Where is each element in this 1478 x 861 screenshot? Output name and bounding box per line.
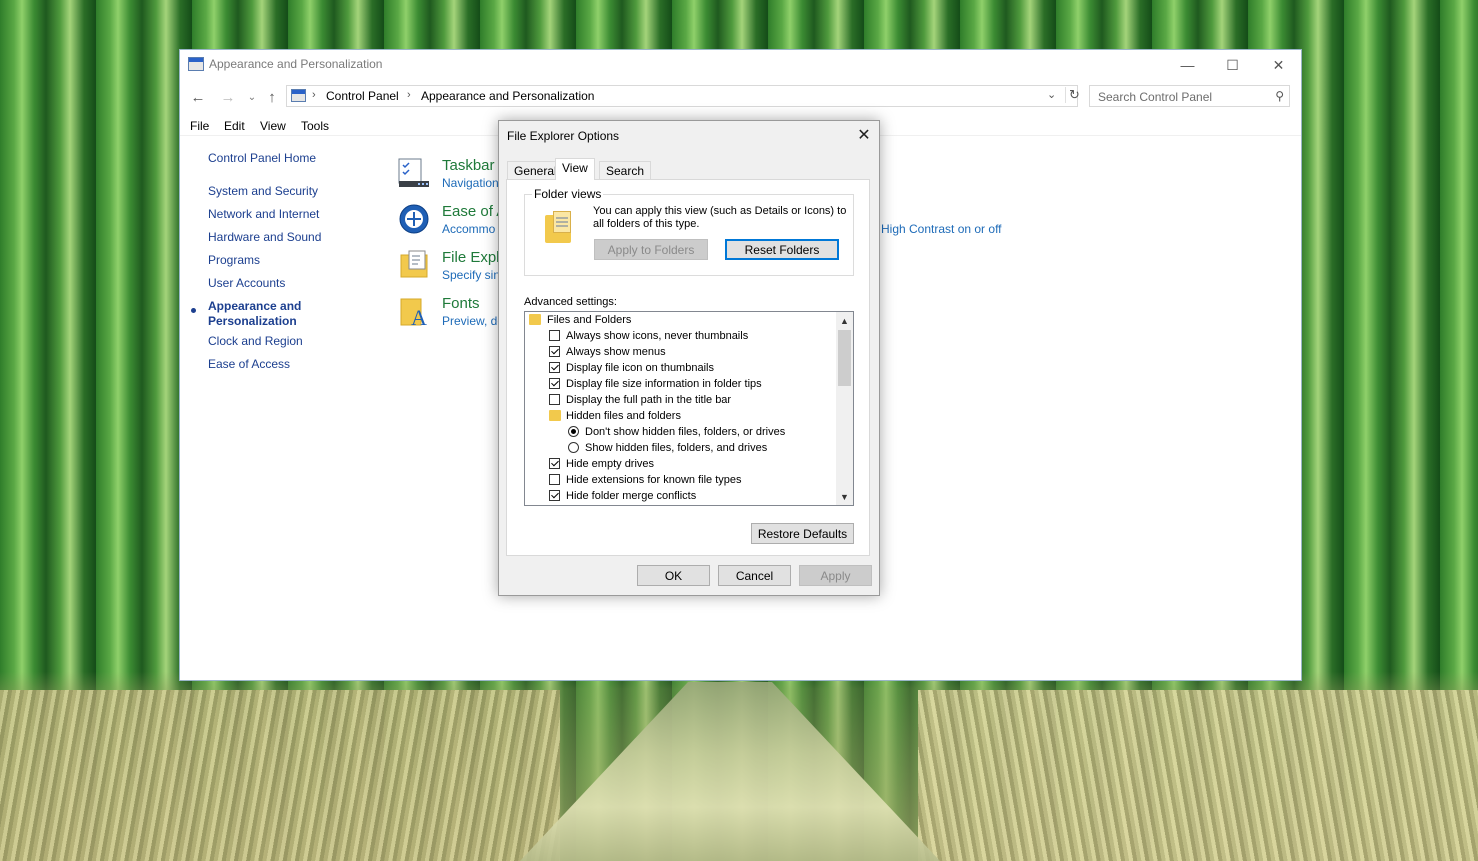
checkbox-hide-merge-conflicts[interactable] [549,490,560,501]
sidebar-item-clock-region[interactable]: Clock and Region [208,334,303,349]
list-item-label: Always show menus [566,346,666,358]
list-item-label: Don't show hidden files, folders, or dri… [585,426,786,438]
control-panel-small-icon [291,89,306,102]
back-arrow-icon[interactable]: ← [188,88,208,106]
sidebar-item-control-panel-home[interactable]: Control Panel Home [208,151,316,166]
wallpaper-path [520,682,940,861]
list-item-label: Display file icon on thumbnails [566,362,714,374]
dialog-close-icon[interactable]: ✕ [852,125,876,145]
address-dropdown-chevron-icon[interactable]: ⌄ [1047,88,1056,101]
maximize-button[interactable]: ☐ [1210,50,1255,80]
checkbox-always-show-icons[interactable] [549,330,560,341]
tab-view[interactable]: View [555,158,595,180]
ok-button[interactable]: OK [637,565,710,586]
up-arrow-icon[interactable]: ↑ [262,88,282,106]
breadcrumb-appearance[interactable]: Appearance and Personalization [421,89,594,103]
sidebar-item-ease-of-access[interactable]: Ease of Access [208,357,290,372]
checkbox-display-file-size[interactable] [549,378,560,389]
vertical-scrollbar[interactable]: ▲ ▼ [836,312,853,505]
dialog-title: File Explorer Options [507,129,620,143]
checkbox-hide-empty-drives[interactable] [549,458,560,469]
close-button[interactable]: ✕ [1256,50,1301,80]
advanced-settings-tree[interactable]: Files and Folders Always show icons, nev… [524,311,854,506]
reset-folders-button[interactable]: Reset Folders [725,239,839,260]
search-input[interactable] [1096,88,1270,106]
breadcrumb-separator-icon[interactable]: › [407,89,411,101]
search-box[interactable]: ⚲ [1089,85,1290,107]
address-row: ← → ⌄ ↑ › Control Panel › Appearance and… [180,84,1301,110]
file-explorer-options-dialog: File Explorer Options ✕ General View Sea… [498,120,880,596]
sidebar-item-appearance: Appearance and Personalization [208,299,302,328]
menu-file[interactable]: File [190,119,209,133]
checkbox-hide-extensions[interactable] [549,474,560,485]
breadcrumb-control-panel[interactable]: Control Panel [326,89,399,103]
scroll-down-arrow-icon[interactable]: ▼ [836,488,853,505]
control-panel-icon [188,57,204,71]
taskbar-icon[interactable] [398,157,430,189]
title-bar[interactable]: Appearance and Personalization — ☐ ✕ [180,50,1301,80]
tab-search[interactable]: Search [599,161,652,179]
tree-item-label: Files and Folders [547,314,632,326]
sidebar-item-user-accounts[interactable]: User Accounts [208,276,285,291]
list-item-label: Display file size information in folder … [566,378,762,390]
apply-to-folders-button[interactable]: Apply to Folders [594,239,708,260]
search-icon[interactable]: ⚲ [1275,89,1284,103]
checkbox-always-show-menus[interactable] [549,346,560,357]
file-explorer-options-icon[interactable] [398,249,430,281]
sidebar-item-hardware-sound[interactable]: Hardware and Sound [208,230,321,245]
folder-views-description: You can apply this view (such as Details… [593,205,847,230]
radio-dont-show-hidden[interactable] [568,426,579,437]
category-ease-sub[interactable]: Accommo [442,222,495,236]
menu-tools[interactable]: Tools [301,119,329,133]
window-title: Appearance and Personalization [209,57,383,71]
list-item-label: Show hidden files, folders, and drives [585,442,768,454]
category-taskbar-sub[interactable]: Navigation [442,176,499,190]
list-item-label: Always show icons, never thumbnails [566,330,749,342]
sidebar-item-network-internet[interactable]: Network and Internet [208,207,319,222]
recent-locations-chevron-icon[interactable]: ⌄ [242,88,262,106]
restore-defaults-button[interactable]: Restore Defaults [751,523,854,544]
wallpaper-grass-right [918,690,1478,861]
apply-button[interactable]: Apply [799,565,872,586]
cancel-button[interactable]: Cancel [718,565,791,586]
folder-icon [549,410,561,421]
wallpaper-grass-left [0,690,560,861]
svg-text:A: A [411,305,427,327]
scroll-thumb[interactable] [838,330,851,386]
forward-arrow-icon[interactable]: → [218,88,238,106]
sidebar-item-programs[interactable]: Programs [208,253,260,268]
category-ease-title[interactable]: Ease of A [442,203,506,220]
checkbox-display-file-icon[interactable] [549,362,560,373]
fonts-icon[interactable]: A [398,295,430,330]
sidebar-item-system-security[interactable]: System and Security [208,184,318,199]
scroll-up-arrow-icon[interactable]: ▲ [836,312,853,329]
category-fonts-sub[interactable]: Preview, de [442,314,504,328]
view-tab-panel: Folder views You can apply this view (su… [506,179,870,556]
radio-show-hidden[interactable] [568,442,579,453]
list-item-label: Hide extensions for known file types [566,474,742,486]
folder-views-group: Folder views You can apply this view (su… [524,187,854,276]
folder-icon [529,314,541,325]
refresh-icon[interactable]: ↻ [1065,87,1080,103]
menu-view[interactable]: View [260,119,286,133]
menu-edit[interactable]: Edit [224,119,245,133]
folder-views-icon [545,211,571,243]
tree-item-label: Hidden files and folders [566,410,681,422]
category-fonts-title[interactable]: Fonts [442,295,480,312]
folder-views-label: Folder views [532,187,604,201]
ease-of-access-icon[interactable] [398,203,430,235]
minimize-button[interactable]: — [1165,50,1210,80]
address-bar[interactable]: › Control Panel › Appearance and Persona… [286,85,1080,107]
checkbox-display-full-path[interactable] [549,394,560,405]
list-item-label: Display the full path in the title bar [566,394,732,406]
breadcrumb-separator-icon[interactable]: › [312,89,316,101]
advanced-settings-label: Advanced settings: [524,296,617,308]
current-item-bullet-icon [191,308,196,313]
category-ease-high-contrast-link[interactable]: rn High Contrast on or off [867,222,1002,236]
list-item-label: Hide empty drives [566,458,655,470]
list-item-label: Hide folder merge conflicts [566,490,697,502]
